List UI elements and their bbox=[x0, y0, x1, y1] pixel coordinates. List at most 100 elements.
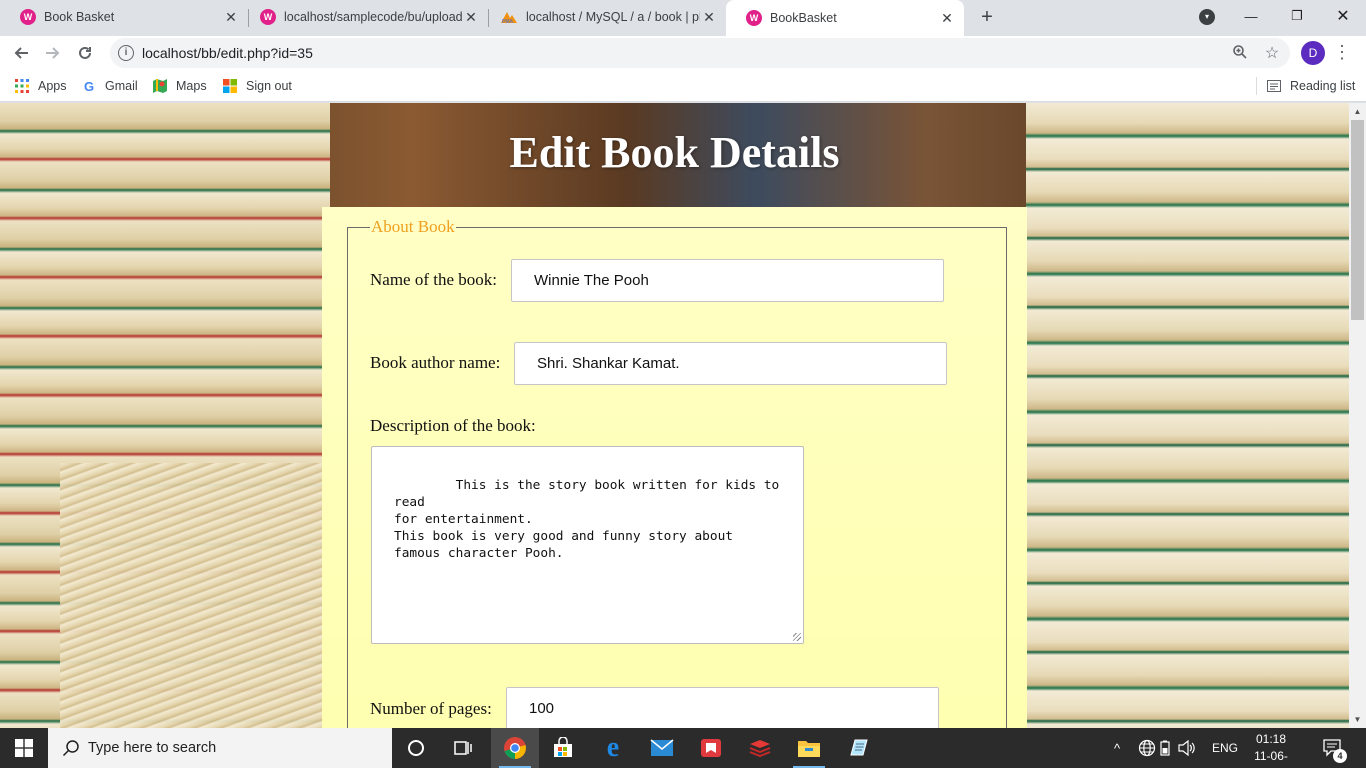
minimize-button[interactable]: — bbox=[1228, 0, 1274, 32]
book-name-input[interactable]: Winnie The Pooh bbox=[511, 259, 944, 302]
search-icon bbox=[62, 740, 79, 757]
notification-count-badge: 4 bbox=[1333, 749, 1347, 763]
about-book-fieldset: About Book Name of the book: Winnie The … bbox=[347, 217, 1007, 728]
bookmark-star-icon[interactable]: ☆ bbox=[1262, 44, 1282, 64]
browser-tab-strip: W Book Basket ✕ W localhost/samplecode/b… bbox=[0, 0, 1366, 36]
windows-taskbar: Type here to search e ^ ENG 01:18 11-06-… bbox=[0, 728, 1366, 768]
tab-title: BookBasket bbox=[770, 11, 837, 25]
phpmyadmin-icon: PMA bbox=[500, 9, 518, 25]
tab-localhost-upload[interactable]: W localhost/samplecode/bu/upload ✕ bbox=[240, 0, 488, 34]
bookmark-label: Maps bbox=[176, 79, 207, 93]
bookmarks-divider bbox=[1256, 77, 1257, 95]
bookmarks-bar: Apps G Gmail Maps Sign out Reading list bbox=[0, 70, 1366, 102]
back-button[interactable] bbox=[8, 40, 34, 66]
start-button[interactable] bbox=[0, 728, 48, 768]
close-tab-icon[interactable]: ✕ bbox=[222, 9, 240, 26]
edge-browser-icon[interactable]: e bbox=[589, 728, 637, 768]
action-center-button[interactable]: 4 bbox=[1322, 728, 1347, 768]
tab-search-icon[interactable]: ▾ bbox=[1199, 9, 1215, 25]
maximize-button[interactable]: ❐ bbox=[1274, 0, 1320, 32]
reading-list-button[interactable]: Reading list bbox=[1266, 76, 1355, 96]
forward-arrow-icon bbox=[46, 47, 60, 59]
notepad-icon[interactable] bbox=[834, 728, 882, 768]
close-tab-icon[interactable]: ✕ bbox=[462, 9, 480, 26]
microsoft-icon bbox=[222, 78, 238, 94]
profile-avatar[interactable]: D bbox=[1301, 41, 1325, 65]
background-books-right bbox=[1026, 103, 1349, 728]
tab-bookbasket-active[interactable]: W BookBasket ✕ bbox=[726, 0, 964, 36]
tab-book-basket[interactable]: W Book Basket ✕ bbox=[0, 0, 248, 34]
background-open-book bbox=[60, 463, 330, 728]
task-view-icon[interactable] bbox=[440, 728, 488, 768]
battery-icon[interactable] bbox=[1160, 728, 1170, 768]
language-indicator[interactable]: ENG bbox=[1212, 728, 1238, 768]
close-tab-icon[interactable]: ✕ bbox=[700, 9, 718, 26]
reading-list-icon bbox=[1266, 78, 1282, 94]
maps-icon bbox=[152, 78, 168, 94]
system-clock[interactable]: 01:18 11-06-2021 bbox=[1243, 731, 1299, 768]
page-viewport: Edit Book Details About Book Name of the… bbox=[0, 103, 1349, 728]
site-info-icon[interactable]: i bbox=[118, 45, 134, 61]
svg-text:PMA: PMA bbox=[502, 19, 514, 24]
microsoft-store-icon[interactable] bbox=[539, 728, 587, 768]
taskbar-search-box[interactable]: Type here to search bbox=[48, 728, 392, 768]
reload-button[interactable] bbox=[72, 40, 98, 66]
scrollbar-thumb[interactable] bbox=[1351, 120, 1364, 320]
bookmark-sign-out[interactable]: Sign out bbox=[222, 76, 292, 96]
wamp-icon: W bbox=[20, 9, 36, 25]
tab-title: Book Basket bbox=[44, 10, 115, 24]
author-name-label: Book author name: bbox=[370, 353, 501, 372]
clock-date: 11-06-2021 bbox=[1254, 749, 1288, 768]
description-label: Description of the book: bbox=[370, 416, 536, 435]
back-arrow-icon bbox=[14, 47, 28, 59]
pages-label: Number of pages: bbox=[370, 699, 492, 718]
redis-desktop-icon[interactable] bbox=[736, 728, 784, 768]
tab-phpmyadmin[interactable]: PMA localhost / MySQL / a / book | ph ✕ bbox=[480, 0, 726, 34]
network-icon[interactable] bbox=[1138, 728, 1156, 768]
new-tab-button[interactable]: + bbox=[975, 5, 999, 29]
url-text[interactable]: localhost/bb/edit.php?id=35 bbox=[142, 45, 313, 61]
reading-list-label: Reading list bbox=[1290, 79, 1356, 93]
search-placeholder: Type here to search bbox=[88, 740, 217, 756]
reload-icon bbox=[79, 46, 91, 59]
file-explorer-icon[interactable] bbox=[785, 728, 833, 768]
bookmark-label: Apps bbox=[38, 79, 67, 93]
chrome-taskbar-icon[interactable] bbox=[491, 728, 539, 768]
show-hidden-icons-button[interactable]: ^ bbox=[1114, 728, 1120, 768]
tab-title: localhost/samplecode/bu/upload bbox=[284, 10, 462, 24]
bookmark-label: Sign out bbox=[246, 79, 292, 93]
pages-input[interactable]: 100 bbox=[506, 687, 939, 728]
forward-button[interactable] bbox=[40, 40, 66, 66]
scroll-up-arrow-icon[interactable]: ▲ bbox=[1349, 103, 1366, 120]
fieldset-legend: About Book bbox=[370, 217, 456, 237]
cortana-icon[interactable] bbox=[392, 728, 440, 768]
scroll-down-arrow-icon[interactable]: ▼ bbox=[1349, 711, 1366, 728]
author-name-input[interactable]: Shri. Shankar Kamat. bbox=[514, 342, 947, 385]
mail-icon[interactable] bbox=[638, 728, 686, 768]
zoom-icon[interactable] bbox=[1230, 44, 1250, 64]
description-textarea[interactable]: This is the story book written for kids … bbox=[371, 446, 804, 644]
browser-menu-icon[interactable]: ⋮ bbox=[1332, 41, 1352, 65]
bookmark-maps[interactable]: Maps bbox=[152, 76, 207, 96]
wamp-icon: W bbox=[260, 9, 276, 25]
chevron-up-icon: ^ bbox=[1114, 740, 1121, 756]
close-tab-icon[interactable]: ✕ bbox=[938, 10, 956, 27]
resize-handle[interactable] bbox=[793, 633, 801, 641]
wamp-icon: W bbox=[746, 10, 762, 26]
volume-icon[interactable] bbox=[1178, 728, 1196, 768]
tab-title: localhost / MySQL / a / book | ph bbox=[526, 10, 700, 24]
book-name-label: Name of the book: bbox=[370, 270, 497, 289]
clock-time: 01:18 bbox=[1255, 732, 1287, 746]
reader-app-icon[interactable] bbox=[687, 728, 735, 768]
page-scrollbar[interactable]: ▲ ▼ bbox=[1349, 103, 1366, 728]
apps-grid-icon bbox=[14, 78, 30, 94]
edit-form-panel: About Book Name of the book: Winnie The … bbox=[322, 207, 1027, 728]
bookmark-apps[interactable]: Apps bbox=[14, 76, 67, 96]
address-bar[interactable]: i localhost/bb/edit.php?id=35 ☆ bbox=[110, 38, 1290, 68]
google-icon: G bbox=[83, 78, 95, 94]
description-text: This is the story book written for kids … bbox=[394, 478, 780, 561]
close-window-button[interactable]: ✕ bbox=[1320, 0, 1366, 32]
bookmark-label: Gmail bbox=[105, 79, 138, 93]
bookmark-gmail[interactable]: G Gmail bbox=[81, 76, 138, 96]
browser-toolbar: i localhost/bb/edit.php?id=35 ☆ D ⋮ bbox=[0, 36, 1366, 70]
